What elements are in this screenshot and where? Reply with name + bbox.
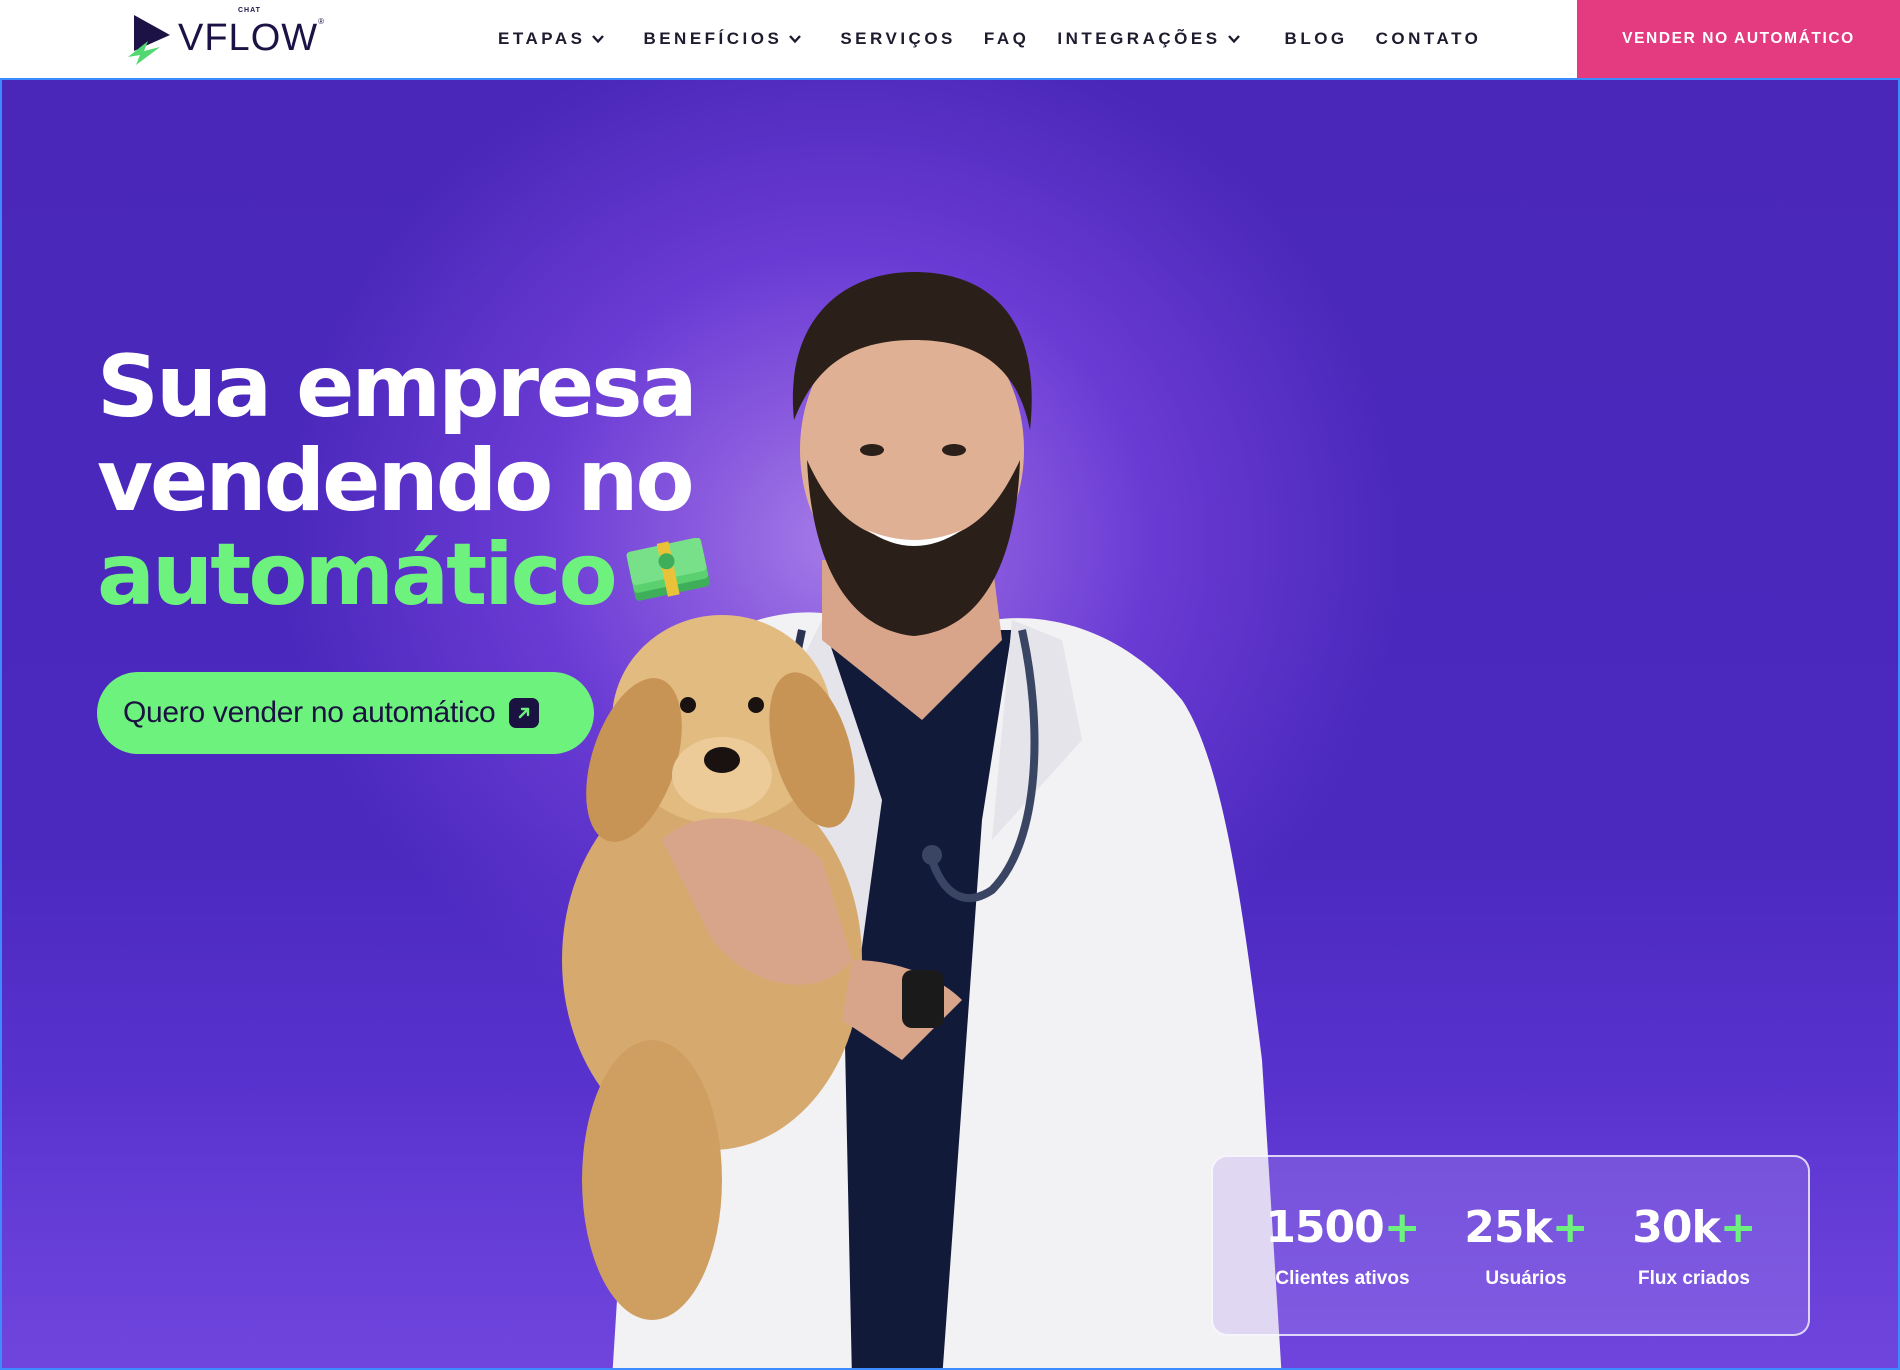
nav-item-integracoes[interactable]: INTEGRAÇÕES xyxy=(1057,29,1240,49)
main-nav: ETAPAS BENEFÍCIOS SERVIÇOS FAQ INTEGRAÇÕ… xyxy=(498,0,1481,78)
stat-value: 1500+ xyxy=(1265,1201,1420,1253)
nav-item-label: ETAPAS xyxy=(498,29,586,48)
nav-item-blog[interactable]: BLOG xyxy=(1285,29,1348,49)
arrow-up-right-icon xyxy=(509,698,540,728)
nav-item-label: SERVIÇOS xyxy=(840,29,956,48)
nav-item-label: FAQ xyxy=(983,29,1030,48)
brand-logo[interactable]: CHAT VFLOW® xyxy=(126,7,326,66)
brand-registered: ® xyxy=(318,16,325,26)
headline-line-1: Sua empresa xyxy=(97,337,698,437)
header-cta-button[interactable]: VENDER NO AUTOMÁTICO xyxy=(1577,0,1900,78)
brand-name: VFLOW xyxy=(178,16,319,59)
stat-value: 25k+ xyxy=(1464,1201,1588,1253)
chevron-down-icon xyxy=(592,35,605,44)
hero-headline: Sua empresa vendendo no automático xyxy=(97,340,817,622)
hero-cta-button[interactable]: Quero vender no automático xyxy=(97,672,594,754)
headline-line-2: vendendo no xyxy=(97,431,695,531)
stat-label: Flux criados xyxy=(1638,1267,1750,1289)
nav-item-etapas[interactable]: ETAPAS xyxy=(498,29,605,49)
nav-item-beneficios[interactable]: BENEFÍCIOS xyxy=(643,29,802,49)
nav-item-servicos[interactable]: SERVIÇOS xyxy=(840,29,956,49)
nav-item-label: CONTATO xyxy=(1375,29,1482,48)
chevron-down-icon xyxy=(1227,35,1240,44)
nav-item-label: BENEFÍCIOS xyxy=(643,29,783,48)
chevron-down-icon xyxy=(789,35,802,44)
stat-flux-criados: 30k+ Flux criados xyxy=(1632,1201,1756,1290)
money-stack-icon xyxy=(626,537,710,601)
hero-section: Sua empresa vendendo no automático Quero… xyxy=(0,78,1900,1370)
headline-line-3: automático xyxy=(97,525,618,625)
stat-value: 30k+ xyxy=(1632,1201,1756,1253)
stat-clientes-ativos: 1500+ Clientes ativos xyxy=(1265,1201,1420,1290)
stat-label: Clientes ativos xyxy=(1275,1267,1410,1289)
nav-item-label: INTEGRAÇÕES xyxy=(1057,29,1221,48)
brand-wordmark: CHAT VFLOW® xyxy=(178,7,325,60)
nav-item-contato[interactable]: CONTATO xyxy=(1376,29,1482,49)
stat-usuarios: 25k+ Usuários xyxy=(1464,1201,1588,1290)
stats-card: 1500+ Clientes ativos 25k+ Usuários 30k+… xyxy=(1211,1155,1810,1336)
nav-item-faq[interactable]: FAQ xyxy=(984,29,1029,49)
brand-small-text: CHAT xyxy=(238,6,261,14)
nav-item-label: BLOG xyxy=(1284,29,1348,48)
site-header: CHAT VFLOW® ETAPAS BENEFÍCIOS SERVIÇOS F… xyxy=(0,0,1900,78)
stat-label: Usuários xyxy=(1485,1267,1567,1289)
vflow-logo-icon xyxy=(128,15,170,65)
hero-cta-label: Quero vender no automático xyxy=(123,696,496,729)
